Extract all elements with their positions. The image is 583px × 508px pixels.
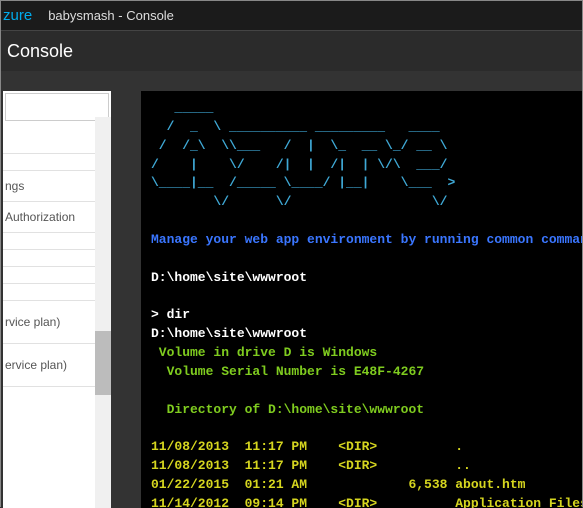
ascii-line: \/ \/ \/ (151, 194, 455, 209)
sidebar-item-label: ngs (5, 179, 24, 193)
dir-row: 11/14/2012 09:14 PM <DIR> Application Fi… (151, 496, 582, 508)
ascii-line: / _ \ __________ _________ ____ (151, 119, 455, 134)
sidebar-item-label: ervice plan) (5, 358, 67, 372)
cwd-line: D:\home\site\wwwroot (151, 270, 307, 285)
sidebar-item-label: rvice plan) (5, 315, 60, 329)
work-area: ngs Authorization rvice plan) ervice pla… (1, 71, 582, 508)
scrollbar-track[interactable] (95, 117, 111, 508)
blade-header: Console (1, 31, 582, 71)
azure-brand[interactable]: zure (1, 7, 40, 24)
ascii-line: _____ (151, 100, 408, 115)
prompt-line: > dir (151, 307, 190, 322)
terminal-wrapper: _____ / _ \ __________ _________ ____ / … (111, 91, 582, 508)
sidebar-item-label: Authorization (5, 210, 75, 224)
dir-row: 11/08/2013 11:17 PM <DIR> .. (151, 458, 471, 473)
dirof-line: Directory of D:\home\site\wwwroot (151, 402, 424, 417)
scrollbar-thumb[interactable] (95, 331, 111, 395)
search-input[interactable] (5, 93, 109, 121)
ascii-line: / | \/ /| | /| | \/\ ___/ (151, 157, 455, 172)
ascii-line: / /_\ \\___ / | \_ __ \_/ __ \ (151, 138, 455, 153)
breadcrumb[interactable]: babysmash - Console (40, 8, 174, 23)
title-bar: zure babysmash - Console (1, 1, 582, 31)
dir-row: 11/08/2013 11:17 PM <DIR> . (151, 439, 463, 454)
serial-line: Volume Serial Number is E48F-4267 (151, 364, 424, 379)
volume-line: Volume in drive D is Windows (151, 345, 377, 360)
echo-cwd: D:\home\site\wwwroot (151, 326, 307, 341)
sidebar: ngs Authorization rvice plan) ervice pla… (3, 91, 111, 508)
help-text: Manage your web app environment by runni… (151, 232, 582, 247)
console-terminal[interactable]: _____ / _ \ __________ _________ ____ / … (141, 91, 582, 508)
dir-row: 01/22/2015 01:21 AM 6,538 about.htm (151, 477, 525, 492)
ascii-line: \____|__ /_____ \____/ |__| \___ > (151, 175, 455, 190)
page-title: Console (7, 41, 73, 62)
